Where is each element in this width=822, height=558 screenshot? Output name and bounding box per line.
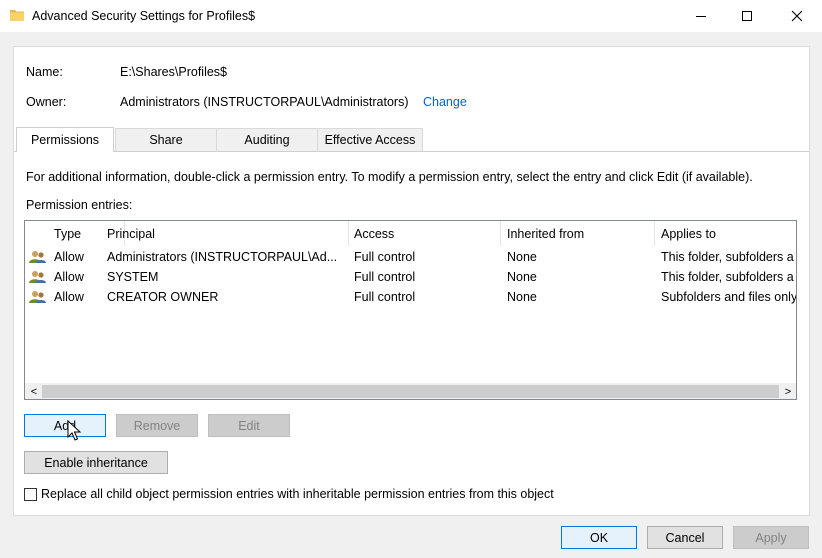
replace-child-permissions-checkbox[interactable]: [24, 488, 37, 501]
maximize-button[interactable]: [724, 0, 770, 32]
name-value: E:\Shares\Profiles$: [120, 65, 227, 79]
column-header-principal[interactable]: Principal: [101, 221, 349, 246]
maximize-icon: [742, 11, 752, 21]
scroll-left-arrow[interactable]: <: [27, 383, 41, 399]
folder-icon: [10, 10, 24, 21]
cell-access: Full control: [354, 270, 416, 284]
scrollbar-thumb[interactable]: [42, 385, 779, 398]
replace-child-permissions-label: Replace all child object permission entr…: [41, 487, 554, 501]
cell-inherited-from: None: [507, 270, 537, 284]
edit-button[interactable]: Edit: [208, 414, 290, 437]
enable-inheritance-button[interactable]: Enable inheritance: [24, 451, 168, 474]
table-row[interactable]: Allow SYSTEM Full control None This fold…: [25, 267, 796, 287]
remove-button[interactable]: Remove: [116, 414, 198, 437]
ok-button[interactable]: OK: [561, 526, 637, 549]
cell-inherited-from: None: [507, 290, 537, 304]
cell-type: Allow: [54, 290, 84, 304]
cancel-button[interactable]: Cancel: [647, 526, 723, 549]
tab-effective-access[interactable]: Effective Access: [317, 128, 423, 151]
tab-auditing[interactable]: Auditing: [216, 128, 318, 151]
permission-entries-label: Permission entries:: [26, 198, 133, 212]
close-button[interactable]: [774, 0, 820, 32]
minimize-button[interactable]: [678, 0, 724, 32]
tab-share[interactable]: Share: [115, 128, 217, 151]
change-owner-link[interactable]: Change: [423, 95, 467, 109]
column-header-inherited-from[interactable]: Inherited from: [501, 221, 655, 246]
column-header-access[interactable]: Access: [348, 221, 501, 246]
scroll-right-arrow[interactable]: >: [781, 383, 795, 399]
horizontal-scrollbar[interactable]: < >: [25, 383, 796, 399]
cell-type: Allow: [54, 250, 84, 264]
permission-entries-list[interactable]: Type Principal Access Inherited from App…: [24, 220, 797, 400]
name-label: Name:: [26, 65, 63, 79]
title-bar[interactable]: Advanced Security Settings for Profiles$: [0, 0, 822, 32]
user-group-icon: [29, 291, 46, 303]
cell-inherited-from: None: [507, 250, 537, 264]
apply-button[interactable]: Apply: [733, 526, 809, 549]
user-group-icon: [29, 251, 46, 263]
owner-value: Administrators (INSTRUCTORPAUL\Administr…: [120, 95, 409, 109]
permissions-info-text: For additional information, double-click…: [26, 170, 753, 184]
cell-access: Full control: [354, 290, 416, 304]
table-row[interactable]: Allow Administrators (INSTRUCTORPAUL\Ad.…: [25, 247, 796, 267]
cell-applies-to: This folder, subfolders a: [661, 250, 794, 264]
tab-permissions[interactable]: Permissions: [16, 127, 114, 152]
cell-type: Allow: [54, 270, 84, 284]
mouse-cursor-icon: [67, 420, 81, 441]
cell-access: Full control: [354, 250, 416, 264]
add-button[interactable]: Add: [24, 414, 106, 437]
cell-applies-to: This folder, subfolders a: [661, 270, 794, 284]
owner-label: Owner:: [26, 95, 67, 109]
column-header-applies-to[interactable]: Applies to: [655, 221, 796, 246]
close-icon: [791, 10, 803, 22]
cell-applies-to: Subfolders and files only: [661, 290, 796, 304]
window-title: Advanced Security Settings for Profiles$: [32, 9, 256, 23]
user-group-icon: [29, 271, 46, 283]
minimize-icon: [696, 16, 706, 17]
cell-principal: Administrators (INSTRUCTORPAUL\Ad...: [107, 250, 338, 264]
table-row[interactable]: Allow CREATOR OWNER Full control None Su…: [25, 287, 796, 307]
cell-principal: CREATOR OWNER: [107, 290, 219, 304]
cell-principal: SYSTEM: [107, 270, 159, 284]
